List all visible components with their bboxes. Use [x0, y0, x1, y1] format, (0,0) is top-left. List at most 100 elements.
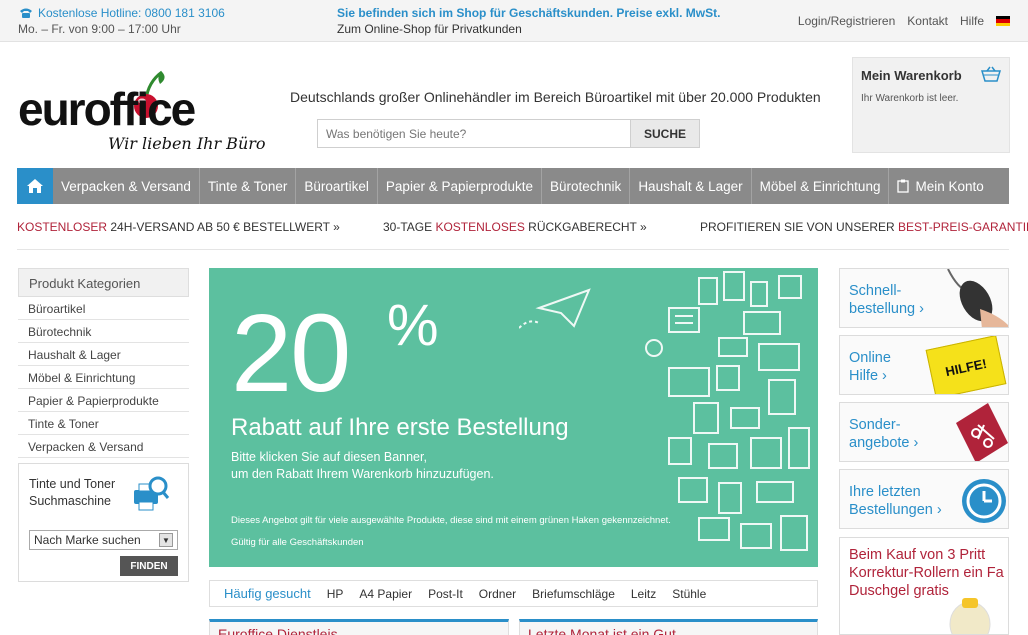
main-navigation: Verpacken & Versand Tinte & Toner Büroar…: [17, 168, 1009, 204]
tile-label: Online Hilfe ›: [849, 349, 891, 385]
home-icon: [27, 179, 43, 193]
nav-item-packaging[interactable]: Verpacken & Versand: [53, 168, 200, 204]
teaser-title: Euroffice Dienstleis: [218, 626, 338, 635]
login-link[interactable]: Login/Registrieren: [798, 14, 895, 28]
opening-hours: Mo. – Fr. von 9:00 – 17:00 Uhr: [18, 22, 181, 36]
quick-order-tile[interactable]: Schnell-bestellung ›: [839, 268, 1009, 328]
usp-highlight: KOSTENLOSES: [435, 220, 525, 234]
printer-search-icon: [134, 476, 170, 511]
cart-title: Mein Warenkorb: [861, 68, 962, 83]
sidebar-item-paper[interactable]: Papier & Papierprodukte: [18, 389, 189, 412]
tile-label-line: Ihre letzten: [849, 484, 921, 500]
banner-subtitle-line: um den Rabatt Ihrem Warenkorb hinzuzufüg…: [231, 467, 494, 481]
help-sticky-note-icon: HILFE!: [925, 336, 1007, 394]
sidebar-item-ink-toner[interactable]: Tinte & Toner: [18, 412, 189, 435]
nav-item-furniture[interactable]: Möbel & Einrichtung: [752, 168, 890, 204]
tile-label-line: Online: [849, 350, 891, 366]
usp-free-shipping[interactable]: KOSTENLOSER 24H-VERSAND AB 50 € BESTELLW…: [17, 220, 340, 234]
find-button[interactable]: FINDEN: [120, 556, 178, 576]
logo-tagline: Wir lieben Ihr Büro: [108, 134, 266, 153]
banner-subtitle: Bitte klicken Sie auf diesen Banner, um d…: [231, 449, 551, 483]
usp-text: 30-TAGE: [383, 220, 436, 234]
tile-label-line: angebote ›: [849, 435, 919, 451]
discount-banner[interactable]: 20 % Rabatt auf Ihre erste Bestellung Bi…: [209, 268, 818, 567]
home-button[interactable]: [17, 168, 53, 204]
nav-item-office-tech[interactable]: Bürotechnik: [542, 168, 631, 204]
teaser-title: Letzte Monat ist ein Gut: [528, 626, 676, 635]
logo-wordmark: euroffice: [18, 83, 196, 135]
german-flag-icon[interactable]: [996, 16, 1010, 26]
my-account-link[interactable]: Mein Konto: [889, 168, 991, 204]
brand-select[interactable]: Nach Marke suchen ▼: [29, 530, 178, 550]
frequent-envelopes[interactable]: Briefumschläge: [532, 587, 615, 601]
sidebar-item-office-tech[interactable]: Bürotechnik: [18, 320, 189, 343]
nav-item-office-supplies[interactable]: Büroartikel: [296, 168, 378, 204]
basket-icon: [981, 66, 1001, 82]
frequent-a4-paper[interactable]: A4 Papier: [359, 587, 412, 601]
product-bottle-illustration: [949, 598, 991, 634]
nav-item-paper[interactable]: Papier & Papierprodukte: [378, 168, 543, 204]
usp-highlight: KOSTENLOSER: [17, 220, 108, 234]
sidebar-item-packaging[interactable]: Verpacken & Versand: [18, 435, 189, 458]
sticky-note-text: HILFE!: [943, 355, 989, 379]
usp-text: PROFITIEREN SIE VON UNSERER: [700, 220, 899, 234]
usp-text: 24H-VERSAND AB 50 € BESTELLWERT »: [107, 220, 340, 234]
frequent-chairs[interactable]: Stühle: [672, 587, 706, 601]
special-offers-tile[interactable]: Sonder-angebote ›: [839, 402, 1009, 462]
frequent-folders[interactable]: Ordner: [479, 587, 516, 601]
help-link[interactable]: Hilfe: [960, 14, 984, 28]
frequent-leitz[interactable]: Leitz: [631, 587, 656, 601]
banner-validity: Gültig für alle Geschäftskunden: [231, 537, 364, 548]
clipboard-icon: [897, 179, 910, 193]
frequent-post-it[interactable]: Post-It: [428, 587, 463, 601]
euroffice-logo[interactable]: euroffice Wir lieben Ihr Büro: [18, 64, 268, 160]
promo-text: Beim Kauf von 3 Pritt Korrektur-Rollern …: [849, 547, 1004, 599]
divider: [17, 249, 1009, 250]
tile-label-line: Hilfe ›: [849, 368, 887, 384]
chevron-down-icon[interactable]: ▼: [159, 533, 173, 547]
private-shop-link[interactable]: Zum Online-Shop für Privatkunden: [337, 22, 522, 36]
search-button[interactable]: SUCHE: [630, 119, 700, 148]
category-title: Produkt Kategorien: [18, 268, 189, 297]
percent-sign: %: [387, 293, 439, 358]
sidebar-item-furniture[interactable]: Möbel & Einrichtung: [18, 366, 189, 389]
last-orders-tile[interactable]: Ihre letzten Bestellungen ›: [839, 469, 1009, 529]
history-clock-icon: [962, 479, 1006, 523]
nav-item-ink-toner[interactable]: Tinte & Toner: [200, 168, 297, 204]
pritt-promo[interactable]: Beim Kauf von 3 Pritt Korrektur-Rollern …: [839, 537, 1009, 635]
usp-text: RÜCKGABERECHT »: [524, 220, 647, 234]
sidebar-item-household[interactable]: Haushalt & Lager: [18, 343, 189, 366]
computer-mouse-icon: [947, 269, 1008, 327]
tile-label-line: Bestellungen ›: [849, 502, 942, 518]
ink-toner-finder: Tinte und Toner Suchmaschine Nach Marke s…: [18, 463, 189, 582]
category-sidebar: Produkt Kategorien Büroartikel Bürotechn…: [18, 268, 189, 458]
hotline[interactable]: Kostenlose Hotline: 0800 181 3106: [18, 6, 225, 20]
tile-label-line: Schnell-: [849, 283, 902, 299]
ink-finder-title-line: Suchmaschine: [29, 494, 111, 508]
frequent-searches: Häufig gesucht HP A4 Papier Post-It Ordn…: [209, 580, 818, 607]
frequent-hp[interactable]: HP: [327, 587, 344, 601]
banner-title: Rabatt auf Ihre erste Bestellung: [231, 414, 569, 441]
frequent-label: Häufig gesucht: [224, 586, 311, 601]
banner-note: Dieses Angebot gilt für viele ausgewählt…: [231, 515, 671, 526]
brand-select-value: Nach Marke suchen: [34, 533, 141, 547]
sidebar-item-office-supplies[interactable]: Büroartikel: [18, 297, 189, 320]
tile-label: Sonder-angebote ›: [849, 416, 918, 452]
tile-label-line: Sonder-: [849, 417, 901, 433]
contact-link[interactable]: Kontakt: [907, 14, 948, 28]
nav-item-household[interactable]: Haushalt & Lager: [630, 168, 752, 204]
ink-finder-title-line: Tinte und Toner: [29, 477, 116, 491]
top-links: Login/Registrieren Kontakt Hilfe: [798, 14, 1010, 28]
teaser-services[interactable]: Euroffice Dienstleis: [209, 619, 509, 635]
discount-percent: 20: [231, 292, 351, 415]
teaser-monthly[interactable]: Letzte Monat ist ein Gut: [519, 619, 818, 635]
search-input[interactable]: [317, 119, 631, 148]
cart-box[interactable]: Mein Warenkorb Ihr Warenkorb ist leer.: [852, 57, 1010, 153]
online-help-tile[interactable]: Online Hilfe › HILFE!: [839, 335, 1009, 395]
usp-free-returns[interactable]: 30-TAGE KOSTENLOSES RÜCKGABERECHT »: [383, 220, 647, 234]
tile-label: Schnell-bestellung ›: [849, 282, 924, 318]
usp-highlight: BEST-PREIS-GARANTIE: [898, 220, 1028, 234]
tile-label: Ihre letzten Bestellungen ›: [849, 483, 942, 519]
usp-best-price[interactable]: PROFITIEREN SIE VON UNSERER BEST-PREIS-G…: [700, 220, 1028, 234]
top-bar: Kostenlose Hotline: 0800 181 3106 Mo. – …: [0, 0, 1028, 42]
